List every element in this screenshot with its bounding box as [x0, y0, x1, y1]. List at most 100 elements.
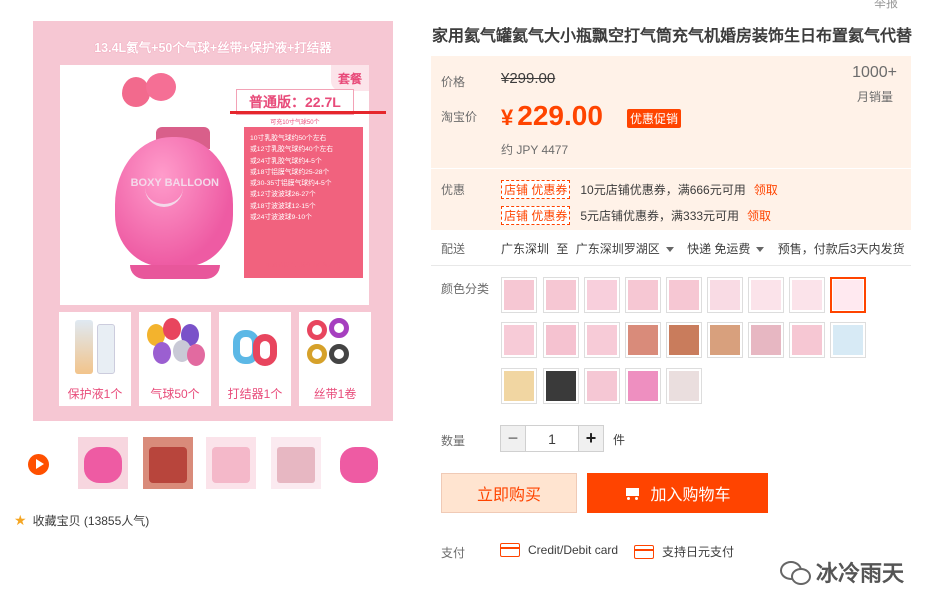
accessory-balloons: 气球50个 — [139, 312, 211, 406]
swatch-thumbnail — [833, 325, 863, 355]
coupon-row: 店铺 优惠券 10元店铺优惠券，满666元可用 领取 — [501, 180, 778, 199]
payment-method-label: 支持日元支付 — [662, 545, 735, 559]
swatch-thumbnail — [792, 325, 822, 355]
coupon-label: 优惠 — [441, 183, 466, 197]
quantity-unit: 件 — [613, 433, 626, 447]
thumbnail[interactable] — [334, 437, 384, 489]
swatch-thumbnail — [546, 371, 576, 401]
play-video-icon[interactable] — [28, 454, 49, 475]
color-swatch[interactable] — [666, 277, 702, 313]
color-swatch[interactable] — [584, 277, 620, 313]
sale-price-amount: 229.00 — [517, 100, 603, 131]
knotter-icon — [253, 334, 277, 366]
color-swatch[interactable] — [501, 277, 537, 313]
main-product-image[interactable]: 13.4L氦气+50个气球+丝带+保护液+打结器 套餐 BOXY BALLOON… — [33, 21, 393, 421]
thumbnail[interactable] — [78, 437, 128, 489]
swatch-thumbnail — [587, 325, 617, 355]
color-swatch[interactable] — [666, 368, 702, 404]
buy-now-button[interactable]: 立即购买 — [441, 473, 577, 513]
spec-list: 10寸乳胶气球约50个左右 或12寸乳胶气球约40个左右 或24寸乳胶气球约4-… — [244, 127, 363, 278]
thumbnail[interactable] — [206, 437, 256, 489]
quantity-label: 数量 — [441, 434, 466, 448]
image-banner-text: 13.4L氦气+50个气球+丝带+保护液+打结器 — [94, 41, 332, 55]
star-icon: ★ — [14, 512, 27, 528]
color-swatch[interactable] — [707, 277, 743, 313]
coupon-text: 10元店铺优惠券，满666元可用 — [580, 183, 746, 197]
bottle-icon — [97, 324, 115, 374]
swatch-thumbnail — [751, 325, 781, 355]
coupon-area: 优惠 店铺 优惠券 10元店铺优惠券，满666元可用 领取 店铺 优惠券 5元店… — [431, 168, 911, 230]
color-swatch[interactable] — [625, 277, 661, 313]
color-swatch[interactable] — [625, 368, 661, 404]
taobao-price-label: 淘宝价 — [441, 110, 478, 124]
swatch-thumbnail — [504, 371, 534, 401]
volume-label: 普通版：22.7L 可充10寸气球50个 — [230, 89, 386, 126]
ship-from: 广东深圳 — [501, 242, 550, 256]
color-swatch[interactable] — [543, 368, 579, 404]
tank-brand: BOXY BALLOON — [130, 177, 219, 189]
promo-tag[interactable]: 优惠促销 — [627, 109, 682, 128]
payment-label: 支付 — [441, 546, 466, 560]
quantity-plus-button[interactable]: + — [578, 425, 604, 452]
color-swatch[interactable] — [789, 322, 825, 358]
product-title: 家用氦气罐氦气大小瓶飘空打气筒充气机婚房装饰生日布置氦气代替 — [432, 28, 913, 45]
color-swatch[interactable] — [666, 322, 702, 358]
balloon-icon — [187, 344, 205, 366]
swatch-thumbnail — [628, 280, 658, 310]
add-to-cart-label: 加入购物车 — [650, 487, 731, 504]
swatch-thumbnail — [628, 371, 658, 401]
swatch-thumbnail — [504, 325, 534, 355]
thumbnail[interactable] — [143, 437, 193, 489]
spec-line: 或12寸波波球26-27个 — [250, 191, 316, 199]
favorite-label: 收藏宝贝 (13855人气) — [32, 514, 150, 528]
swatch-thumbnail — [751, 280, 781, 310]
monthly-sales-count: 1000+ — [852, 64, 897, 81]
ship-to-dropdown[interactable]: 广东深圳罗湖区 — [576, 242, 684, 256]
swatch-thumbnail — [628, 325, 658, 355]
accessory-label: 打结器1个 — [227, 387, 283, 401]
swatch-thumbnail — [546, 280, 576, 310]
color-swatch[interactable] — [501, 368, 537, 404]
volume-subtext: 可充10寸气球50个 — [270, 120, 320, 126]
color-swatch[interactable] — [584, 368, 620, 404]
report-link[interactable]: 举报 — [874, 0, 898, 11]
color-swatch[interactable] — [625, 322, 661, 358]
claim-coupon-link[interactable]: 领取 — [747, 207, 771, 224]
swatch-thumbnail — [669, 325, 699, 355]
color-swatch[interactable] — [748, 322, 784, 358]
swatch-thumbnail — [669, 280, 699, 310]
add-to-cart-button[interactable]: 加入购物车 — [587, 473, 768, 513]
ship-method: 快递 免运费 — [687, 242, 751, 256]
favorite-item[interactable]: ★ 收藏宝贝 (13855人气) — [14, 512, 149, 529]
ribbon-icon — [329, 344, 349, 364]
quantity-minus-button[interactable]: − — [500, 425, 526, 452]
ship-to: 广东深圳罗湖区 — [575, 242, 660, 256]
color-swatch[interactable] — [543, 322, 579, 358]
watermark: 冰冷雨天 — [780, 556, 904, 588]
color-swatch[interactable] — [707, 322, 743, 358]
spec-line: 或12寸乳胶气球约40个左右 — [250, 146, 334, 154]
cart-icon — [624, 486, 642, 500]
color-swatch[interactable] — [748, 277, 784, 313]
spec-note: (此数值因个人操作而有所差异) — [265, 263, 341, 269]
accessory-ribbon: 丝带1卷 — [299, 312, 371, 406]
color-swatch[interactable] — [543, 277, 579, 313]
ship-method-dropdown[interactable]: 快递 免运费 — [687, 242, 774, 256]
payment-method: Credit/Debit card — [500, 543, 618, 557]
credit-card-icon — [634, 544, 654, 559]
color-swatch[interactable] — [830, 277, 866, 313]
balloon-icon — [153, 342, 171, 364]
claim-coupon-link[interactable]: 领取 — [754, 181, 778, 198]
bottle-icon — [75, 320, 93, 374]
quantity-input[interactable]: 1 — [526, 425, 578, 452]
quantity-stepper: − 1 + — [500, 425, 604, 452]
color-swatch[interactable] — [584, 322, 620, 358]
shipping-row: 配送 广东深圳 至 广东深圳罗湖区 快递 免运费 预售，付款后3天内发货 — [431, 236, 911, 264]
thumbnail[interactable] — [271, 437, 321, 489]
color-swatch[interactable] — [501, 322, 537, 358]
swatch-thumbnail — [710, 325, 740, 355]
ribbon-icon — [307, 320, 327, 340]
shipping-label: 配送 — [441, 242, 466, 256]
color-swatch[interactable] — [789, 277, 825, 313]
color-swatch[interactable] — [830, 322, 866, 358]
